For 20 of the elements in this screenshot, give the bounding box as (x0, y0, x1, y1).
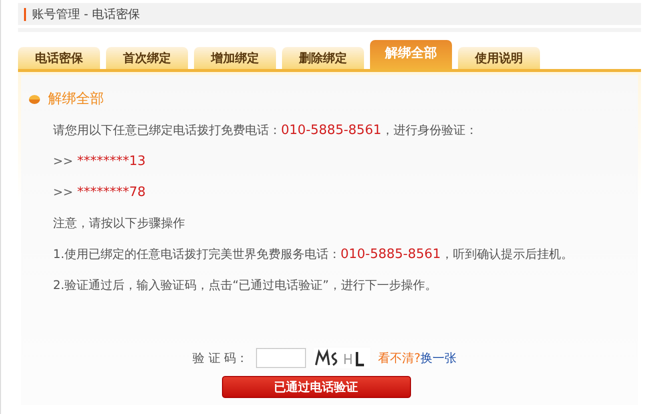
captcha-label: 验 证 码： (192, 350, 248, 366)
phone-entry: >> ********13 (53, 153, 147, 170)
tab[interactable]: 增加绑定 (194, 47, 276, 69)
breadcrumb: 账号管理 - 电话密保 (32, 6, 140, 22)
instruction-text: 请您用以下任意已绑定电话拨打免费电话：010-5885-8561，进行身份验证： (53, 122, 478, 139)
instruction-text: 2.验证通过后，输入验证码，点击“已通过电话验证”，进行下一步操作。 (53, 277, 438, 294)
bullet-icon (29, 94, 40, 104)
refresh-link[interactable]: 换一张 (420, 350, 456, 366)
instruction-text: 1.使用已绑定的任意电话拨打完美世界免费服务电话：010-5885-8561，听到确认提示后挂机。 (53, 246, 574, 263)
tab[interactable]: 电话密保 (18, 47, 100, 69)
tab[interactable]: 删除绑定 (282, 47, 364, 69)
instruction-text: 注意，请按以下步骤操作 (53, 215, 186, 232)
tab[interactable]: 使用说明 (458, 47, 540, 69)
hint-text: 看不清? (378, 350, 420, 366)
section-title: 解绑全部 (48, 90, 104, 108)
accent-bar (24, 8, 26, 20)
phone-entry: >> ********78 (53, 184, 147, 201)
captcha-field[interactable] (256, 348, 306, 368)
tab[interactable]: 首次绑定 (106, 47, 188, 69)
verify-button[interactable]: 已通过电话验证 (222, 376, 410, 398)
